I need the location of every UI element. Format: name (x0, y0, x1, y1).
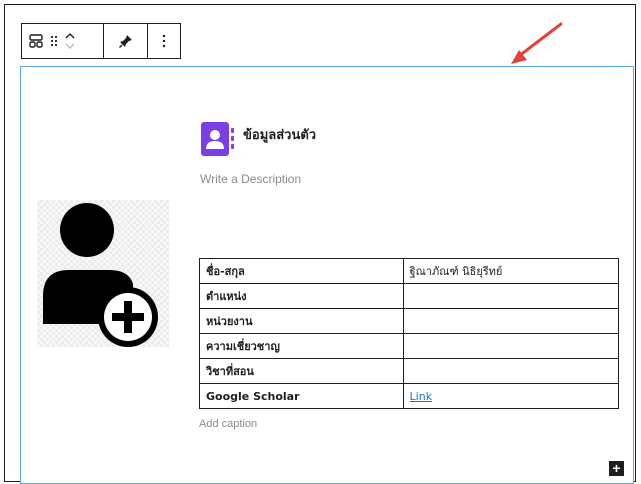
block-type-icon[interactable] (28, 33, 44, 49)
info-table: ชื่อ-สกุล ฐิณาภัณฑ์ นิธิยุรีทย์ ตำแหน่ง … (199, 258, 620, 409)
block-title[interactable]: ข้อมูลส่วนตัว (243, 124, 316, 145)
table-row: Google Scholar Link (199, 383, 620, 409)
caption-field[interactable]: Add caption (199, 418, 257, 430)
annotation-arrow-icon (511, 22, 563, 64)
profile-image[interactable] (37, 200, 169, 347)
add-block-button[interactable]: + (609, 461, 624, 476)
row-label[interactable]: หน่วยงาน (199, 308, 404, 334)
toolbar-group-block (22, 24, 104, 58)
row-value[interactable] (402, 308, 620, 334)
table-row: ตำแหน่ง (199, 283, 620, 309)
contact-book-icon (201, 122, 234, 156)
row-value-cell: Link (402, 383, 620, 409)
drag-handle-icon[interactable] (50, 34, 58, 48)
table-row: วิชาที่สอน (199, 358, 620, 384)
row-value[interactable] (402, 358, 620, 384)
move-up-down-icon[interactable] (64, 31, 76, 51)
row-value[interactable] (402, 333, 620, 359)
row-label[interactable]: ตำแหน่ง (199, 283, 404, 309)
more-options-icon[interactable] (162, 34, 166, 48)
block-toolbar (21, 23, 181, 59)
table-row: หน่วยงาน (199, 308, 620, 334)
table-row: ความเชี่ยวชาญ (199, 333, 620, 359)
row-label[interactable]: วิชาที่สอน (199, 358, 404, 384)
row-label[interactable]: ความเชี่ยวชาญ (199, 333, 404, 359)
table-row: ชื่อ-สกุล ฐิณาภัณฑ์ นิธิยุรีทย์ (199, 258, 620, 284)
row-label[interactable]: ชื่อ-สกุล (199, 258, 404, 284)
row-label[interactable]: Google Scholar (199, 383, 404, 409)
pin-icon[interactable] (118, 34, 133, 48)
add-user-icon (43, 203, 158, 347)
toolbar-group-pin (104, 24, 148, 58)
google-scholar-link[interactable]: Link (410, 390, 433, 403)
row-value[interactable] (402, 283, 620, 309)
toolbar-group-options (148, 24, 180, 58)
description-field[interactable]: Write a Description (200, 172, 301, 186)
row-value[interactable]: ฐิณาภัณฑ์ นิธิยุรีทย์ (402, 258, 620, 284)
